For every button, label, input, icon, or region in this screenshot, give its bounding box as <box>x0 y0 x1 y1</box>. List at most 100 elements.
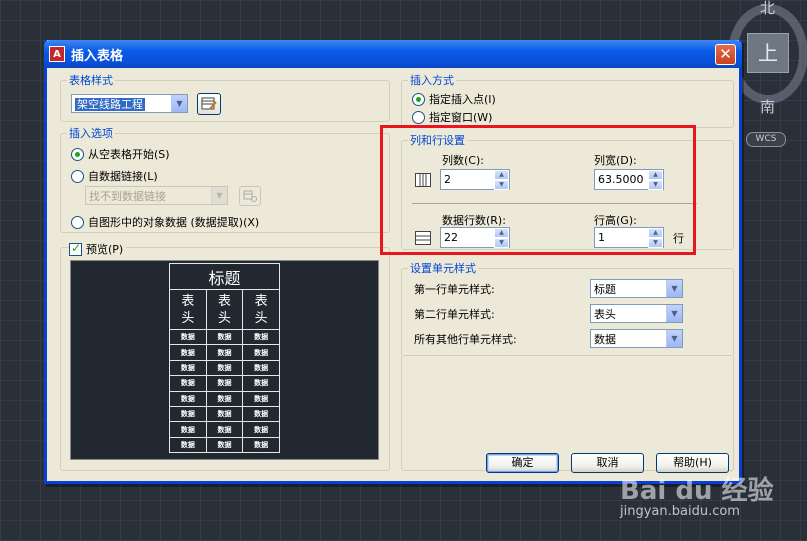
preview-data-row: 数据 数据 数据 <box>169 344 280 361</box>
table-preview: 标题 表头表头表头 数据 数据 数据 数据 数据 数据 数据 数据 数据 数据 数据 数据 数据 数据 数据… <box>70 260 379 460</box>
chevron-down-icon[interactable]: ▼ <box>171 95 187 112</box>
radio-unchecked-icon[interactable] <box>71 215 84 229</box>
preview-data-cell: 数据 <box>242 436 280 454</box>
dialog-title-bar[interactable]: A 插入表格 ✕ <box>44 40 742 68</box>
from-drawing-label: 自图形中的对象数据 (数据提取)(X) <box>88 216 260 229</box>
preview-data-cell: 数据 <box>205 390 244 407</box>
preview-data-cell: 数据 <box>169 390 207 407</box>
close-button[interactable]: ✕ <box>715 44 736 65</box>
preview-data-row: 数据 数据 数据 <box>169 436 280 454</box>
from-empty-table-label: 从空表格开始(S) <box>88 148 170 161</box>
preview-data-row: 数据 数据 数据 <box>169 328 280 346</box>
preview-header-cell: 表头 <box>169 289 207 330</box>
data-link-manager-button <box>239 186 261 206</box>
insert-table-dialog: A 插入表格 ✕ 表格样式 架空线路工程 ▼ 插入选项 从空表格开始(S) 自数… <box>44 40 742 484</box>
preview-table: 标题 表头表头表头 数据 数据 数据 数据 数据 数据 数据 数据 数据 数据 数据 数据 数据 数据 数据… <box>169 263 280 454</box>
data-link-icon <box>243 190 257 202</box>
preview-header-cell: 表头 <box>242 289 280 330</box>
preview-data-cell: 数据 <box>169 344 207 361</box>
second-row-style-combo[interactable]: 表头 ▼ <box>590 304 683 323</box>
preview-data-cell: 数据 <box>169 328 207 346</box>
checkbox-checked-icon[interactable] <box>69 241 82 256</box>
other-rows-style-value: 数据 <box>594 332 616 346</box>
preview-data-row: 数据 数据 数据 <box>169 421 280 438</box>
preview-data-cell: 数据 <box>242 421 280 438</box>
table-style-edit-icon <box>201 97 217 110</box>
preview-data-cell: 数据 <box>169 405 207 423</box>
baidu-watermark: Bai du 经验 jingyan.baidu.com <box>620 470 774 519</box>
viewcube-north-label: 北 <box>760 0 776 17</box>
cell-styles-legend: 设置单元样式 <box>408 262 478 275</box>
insert-options-group: 插入选项 从空表格开始(S) 自数据链接(L) 找不到数据链接 ▼ 自图形中的对… <box>60 127 390 233</box>
annotation-highlight-box <box>380 125 696 255</box>
preview-data-cell: 数据 <box>242 359 280 377</box>
preview-data-row: 数据 数据 数据 <box>169 359 280 377</box>
viewcube-south-label: 南 <box>760 98 776 116</box>
chevron-down-icon: ▼ <box>211 187 227 204</box>
autocad-app-icon: A <box>49 46 65 62</box>
specify-window-label: 指定窗口(W) <box>429 111 493 124</box>
baidu-logo-text: Bai du 经验 <box>620 476 774 506</box>
insert-method-group: 插入方式 指定插入点(I) 指定窗口(W) <box>401 74 734 128</box>
preview-data-cell: 数据 <box>169 421 207 438</box>
from-drawing-option[interactable]: 自图形中的对象数据 (数据提取)(X) <box>71 214 259 230</box>
preview-data-cell: 数据 <box>205 375 244 392</box>
preview-data-cell: 数据 <box>205 328 244 346</box>
preview-title-cell: 标题 <box>169 263 280 290</box>
from-empty-table-option[interactable]: 从空表格开始(S) <box>71 146 170 162</box>
table-style-legend: 表格样式 <box>67 74 115 87</box>
preview-data-cell: 数据 <box>205 359 244 377</box>
radio-unchecked-icon[interactable] <box>71 169 84 183</box>
chevron-down-icon[interactable]: ▼ <box>666 330 682 347</box>
preview-data-row: 数据 数据 数据 <box>169 405 280 423</box>
preview-data-cell: 数据 <box>242 328 280 346</box>
second-row-style-value: 表头 <box>594 307 616 321</box>
from-data-link-option[interactable]: 自数据链接(L) <box>71 168 158 184</box>
ok-button[interactable]: 确定 <box>486 453 559 473</box>
from-data-link-label: 自数据链接(L) <box>88 170 158 183</box>
dialog-title: 插入表格 <box>71 48 124 64</box>
radio-checked-icon[interactable] <box>412 92 425 106</box>
preview-data-cell: 数据 <box>242 405 280 423</box>
preview-data-cell: 数据 <box>205 421 244 438</box>
preview-data-cell: 数据 <box>242 344 280 361</box>
specify-window-option[interactable]: 指定窗口(W) <box>412 109 492 125</box>
specify-insert-point-label: 指定插入点(I) <box>429 93 496 106</box>
table-style-value: 架空线路工程 <box>75 97 145 111</box>
preview-label: 预览(P) <box>86 243 124 256</box>
other-rows-style-combo[interactable]: 数据 ▼ <box>590 329 683 348</box>
chevron-down-icon[interactable]: ▼ <box>666 280 682 297</box>
data-link-value: 找不到数据链接 <box>89 189 166 203</box>
preview-header-cell: 表头 <box>205 289 244 330</box>
insert-options-legend: 插入选项 <box>67 127 115 140</box>
radio-unchecked-icon[interactable] <box>412 110 425 124</box>
radio-checked-icon[interactable] <box>71 147 84 161</box>
chevron-down-icon[interactable]: ▼ <box>666 305 682 322</box>
preview-data-cell: 数据 <box>242 375 280 392</box>
preview-data-cell: 数据 <box>205 436 244 454</box>
first-row-style-combo[interactable]: 标题 ▼ <box>590 279 683 298</box>
wcs-menu-button[interactable]: WCS <box>746 132 786 147</box>
specify-insert-point-option[interactable]: 指定插入点(I) <box>412 91 496 107</box>
preview-data-cell: 数据 <box>205 344 244 361</box>
preview-data-cell: 数据 <box>205 405 244 423</box>
first-row-style-label: 第一行单元样式: <box>414 283 495 296</box>
insert-method-legend: 插入方式 <box>408 74 456 87</box>
preview-checkbox-row[interactable]: 预览(P) <box>69 241 127 257</box>
viewcube-top-face[interactable]: 上 <box>747 33 789 73</box>
preview-data-cell: 数据 <box>169 436 207 454</box>
other-rows-style-label: 所有其他行单元样式: <box>414 333 517 346</box>
preview-data-cell: 数据 <box>169 359 207 377</box>
second-row-style-label: 第二行单元样式: <box>414 308 495 321</box>
table-style-group: 表格样式 架空线路工程 ▼ <box>60 74 390 122</box>
cell-styles-group: 设置单元样式 第一行单元样式: 标题 ▼ 第二行单元样式: 表头 ▼ 所有其他行… <box>401 262 734 356</box>
table-style-combo[interactable]: 架空线路工程 ▼ <box>71 94 188 113</box>
data-link-combo: 找不到数据链接 ▼ <box>85 186 228 205</box>
first-row-style-value: 标题 <box>594 282 616 296</box>
preview-data-row: 数据 数据 数据 <box>169 375 280 392</box>
preview-data-cell: 数据 <box>169 375 207 392</box>
table-style-dialog-button[interactable] <box>197 93 221 115</box>
preview-data-cell: 数据 <box>242 390 280 407</box>
baidu-url-text: jingyan.baidu.com <box>620 504 740 519</box>
preview-data-row: 数据 数据 数据 <box>169 390 280 407</box>
